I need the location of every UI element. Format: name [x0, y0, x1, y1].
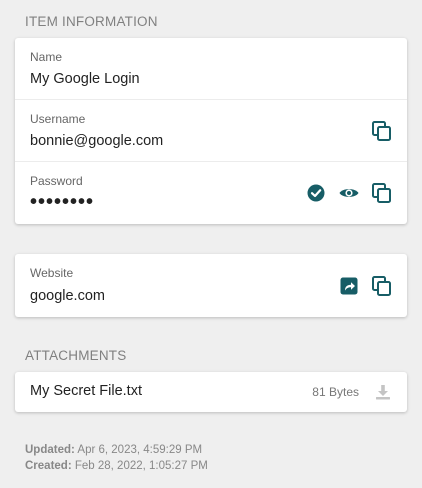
item-information-card: Name My Google Login Username bonnie@goo… — [15, 38, 407, 224]
copy-icon[interactable] — [371, 120, 393, 142]
created-meta: Created: Feb 28, 2022, 1:05:27 PM — [25, 460, 208, 472]
website-value: google.com — [30, 288, 105, 304]
created-label: Created: — [25, 460, 72, 472]
website-card: Website google.com — [15, 254, 407, 317]
check-circle-icon[interactable] — [305, 182, 327, 204]
website-row: Website google.com — [15, 254, 407, 317]
attachments-header: ATTACHMENTS — [25, 348, 127, 363]
password-row: Password •••••••• — [15, 162, 407, 224]
username-value: bonnie@google.com — [30, 133, 164, 149]
attachments-card: My Secret File.txt 81 Bytes — [15, 372, 407, 412]
attachment-size: 81 Bytes — [312, 385, 359, 399]
name-row: Name My Google Login — [15, 38, 407, 100]
username-row: Username bonnie@google.com — [15, 100, 407, 162]
attachment-name[interactable]: My Secret File.txt — [30, 383, 142, 399]
website-actions — [338, 275, 393, 297]
updated-meta: Updated: Apr 6, 2023, 4:59:29 PM — [25, 444, 202, 456]
updated-label: Updated: — [25, 444, 75, 456]
password-value: •••••••• — [30, 191, 95, 213]
name-value: My Google Login — [30, 71, 140, 87]
launch-icon[interactable] — [338, 275, 360, 297]
updated-value: Apr 6, 2023, 4:59:29 PM — [77, 444, 203, 456]
copy-icon[interactable] — [371, 182, 393, 204]
website-label: Website — [30, 266, 74, 280]
created-value: Feb 28, 2022, 1:05:27 PM — [74, 460, 208, 472]
copy-icon[interactable] — [371, 275, 393, 297]
download-icon[interactable] — [374, 383, 392, 401]
name-label: Name — [30, 50, 63, 64]
username-label: Username — [30, 112, 86, 126]
password-actions — [305, 182, 393, 204]
eye-icon[interactable] — [338, 182, 360, 204]
password-label: Password — [30, 174, 83, 188]
username-actions — [371, 120, 393, 142]
item-information-header: ITEM INFORMATION — [25, 14, 158, 29]
attachment-row[interactable]: My Secret File.txt 81 Bytes — [15, 372, 407, 412]
